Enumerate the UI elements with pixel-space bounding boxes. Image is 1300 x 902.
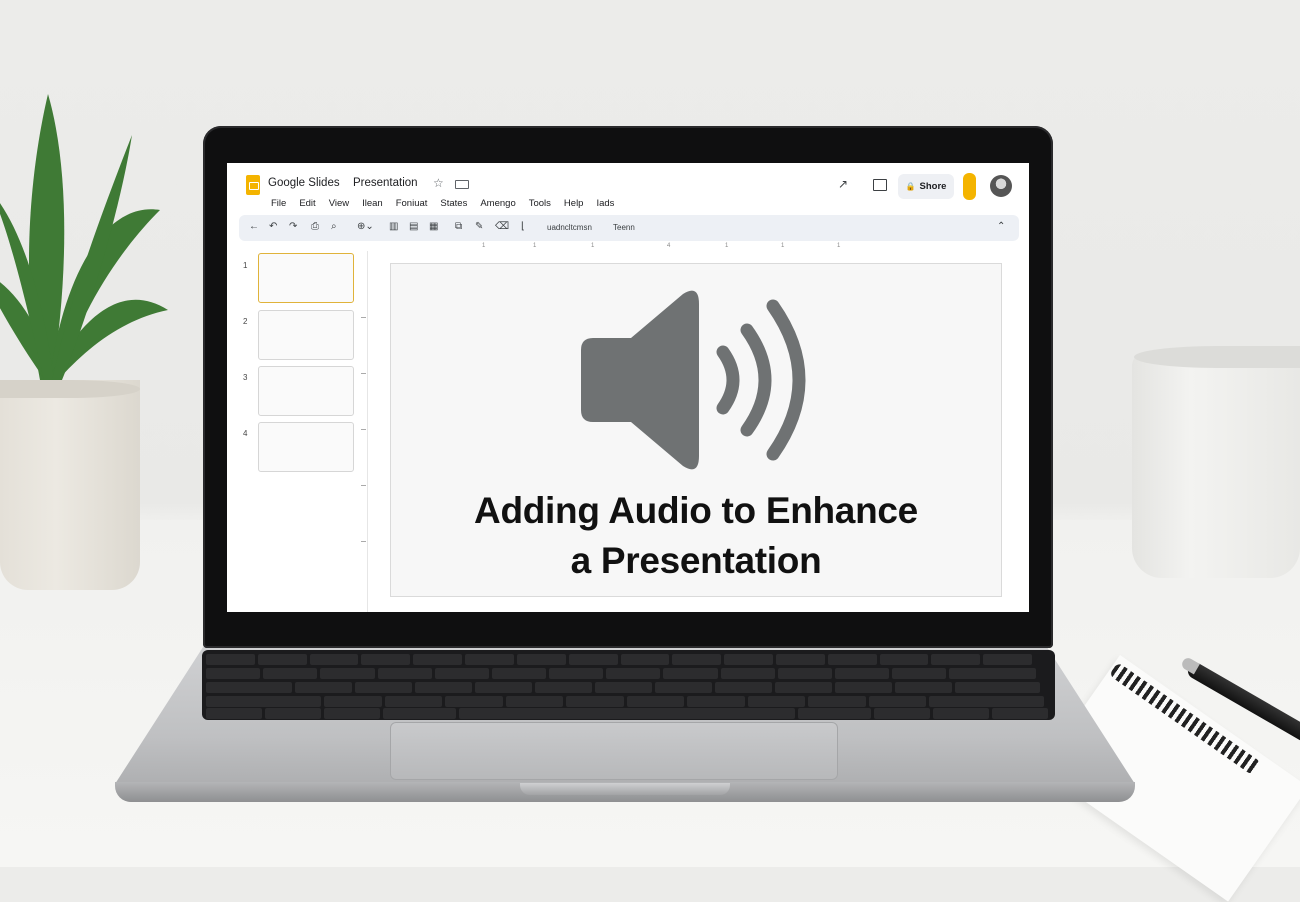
key-row bbox=[206, 708, 1049, 719]
image-icon[interactable]: ▦ bbox=[429, 221, 438, 232]
toolbar: ← ↶ ↷ ⎙ ⌕ ⊕⌄ ▥ ▤ ▦ ⧉ ✎ ⌫ ⌊ uadncltcmsn T… bbox=[239, 215, 1019, 241]
text-box-icon[interactable]: ▤ bbox=[409, 221, 418, 232]
slide-thumbnail-4[interactable] bbox=[258, 422, 354, 472]
plant-pot-rim bbox=[0, 380, 140, 398]
menu-bar: File Edit View Ilean Foniuat States Amen… bbox=[271, 198, 614, 209]
slide-title-line-1: Adding Audio to Enhance bbox=[474, 490, 918, 531]
ruler-mark: 1 bbox=[591, 243, 595, 249]
app-header: Google Slides Presentation ☆ File Edit V… bbox=[227, 163, 1029, 213]
slide-number: 4 bbox=[243, 429, 248, 438]
slide-filmstrip: 1 2 3 4 bbox=[227, 251, 368, 612]
select-icon[interactable]: ▥ bbox=[389, 221, 398, 232]
key-row bbox=[206, 682, 1040, 693]
print-icon[interactable]: ⎙ bbox=[311, 221, 319, 232]
comment-add-icon[interactable]: ⌫ bbox=[495, 221, 509, 232]
slide-number: 3 bbox=[243, 373, 248, 382]
star-icon[interactable]: ☆ bbox=[433, 176, 444, 190]
slide-thumbnail-1[interactable] bbox=[258, 253, 354, 303]
slides-logo-icon[interactable] bbox=[246, 175, 260, 195]
key-row bbox=[206, 696, 1044, 707]
ruler-mark: 1 bbox=[781, 243, 785, 249]
menu-format[interactable]: Foniuat bbox=[396, 198, 428, 209]
horizontal-ruler: 1 1 1 4 1 1 1 bbox=[369, 243, 1029, 253]
menu-file[interactable]: File bbox=[271, 198, 286, 209]
layout-button[interactable]: uadncltcmsn bbox=[547, 223, 592, 232]
ruler-mark: 4 bbox=[667, 243, 671, 249]
slide-number: 2 bbox=[243, 317, 248, 326]
slide-number: 1 bbox=[243, 261, 248, 270]
theme-button[interactable]: Teenn bbox=[613, 223, 635, 232]
key-row bbox=[206, 654, 1032, 665]
trackpad[interactable] bbox=[390, 722, 838, 780]
redo-icon[interactable]: ↷ bbox=[289, 221, 297, 232]
menu-tools[interactable]: Tools bbox=[529, 198, 551, 209]
menu-edit[interactable]: Edit bbox=[299, 198, 315, 209]
menu-help[interactable]: Help bbox=[564, 198, 584, 209]
laptop-notch bbox=[520, 783, 730, 795]
ruler-mark: 1 bbox=[533, 243, 537, 249]
comment-icon[interactable] bbox=[873, 179, 887, 191]
ruler-mark: 1 bbox=[482, 243, 486, 249]
menu-view[interactable]: View bbox=[329, 198, 349, 209]
undo-icon[interactable]: ↶ bbox=[269, 221, 277, 232]
plant-leaves bbox=[0, 94, 168, 380]
move-to-folder-icon[interactable] bbox=[455, 180, 469, 189]
vertical-ruler bbox=[359, 251, 367, 606]
lock-icon: 🔒 bbox=[905, 182, 916, 191]
zoom-icon[interactable]: ⌕ bbox=[331, 221, 337, 232]
document-title[interactable]: Presentation bbox=[353, 177, 418, 189]
ruler-mark: 1 bbox=[837, 243, 841, 249]
menu-arrange[interactable]: Amengo bbox=[480, 198, 515, 209]
menu-extensions[interactable]: Iads bbox=[596, 198, 614, 209]
slide-title[interactable]: Adding Audio to Enhance a Presentation bbox=[391, 486, 1001, 586]
share-button[interactable]: 🔒 Shore bbox=[898, 174, 954, 199]
share-label: Shore bbox=[919, 181, 947, 192]
activity-trend-icon[interactable]: ↗ bbox=[838, 177, 848, 191]
app-name: Google Slides bbox=[268, 177, 340, 189]
line-icon[interactable]: ✎ bbox=[475, 221, 483, 232]
ruler-mark: 1 bbox=[725, 243, 729, 249]
slide-thumbnail-3[interactable] bbox=[258, 366, 354, 416]
shape-icon[interactable]: ⧉ bbox=[455, 221, 462, 232]
avatar[interactable] bbox=[990, 175, 1012, 197]
slide-thumbnail-2[interactable] bbox=[258, 310, 354, 360]
key-row bbox=[206, 668, 1036, 679]
gemini-icon[interactable] bbox=[963, 173, 976, 200]
slide-canvas[interactable]: Adding Audio to Enhance a Presentation bbox=[390, 263, 1002, 597]
background-icon[interactable]: ⌊ bbox=[521, 221, 525, 232]
plant-pot bbox=[0, 380, 140, 590]
collapse-icon[interactable]: ⌃ bbox=[997, 221, 1005, 232]
search-menus-icon[interactable]: ← bbox=[249, 221, 259, 232]
menu-slide[interactable]: States bbox=[440, 198, 467, 209]
coffee-cup bbox=[1132, 352, 1300, 578]
coffee-cup-rim bbox=[1134, 346, 1300, 368]
slide-title-line-2: a Presentation bbox=[570, 540, 822, 581]
menu-insert[interactable]: Ilean bbox=[362, 198, 383, 209]
laptop-screen: Google Slides Presentation ☆ File Edit V… bbox=[227, 163, 1029, 612]
speaker-volume-icon bbox=[581, 290, 806, 470]
zoom-dropdown-icon[interactable]: ⊕⌄ bbox=[357, 221, 374, 232]
